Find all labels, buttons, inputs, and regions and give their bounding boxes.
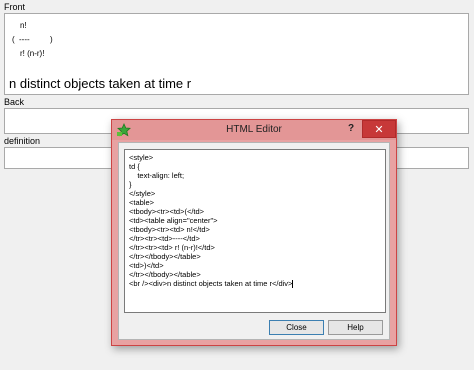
code-line: <td>)</td> — [129, 261, 164, 270]
text-caret — [292, 280, 294, 289]
help-button[interactable]: Help — [328, 320, 383, 335]
code-line: <tbody><tr><td>(</td> — [129, 207, 205, 216]
code-line: <br /><div>n distinct objects taken at t… — [129, 279, 293, 288]
front-field-label: Front — [4, 2, 26, 12]
code-line: </style> — [129, 189, 156, 198]
code-line: </tr></tbody></table> — [129, 270, 201, 279]
paren-open-text: ( — [12, 35, 15, 44]
context-help-button[interactable]: ? — [348, 123, 354, 134]
numerator-text: n! — [20, 21, 27, 30]
code-line: td { — [129, 162, 140, 171]
code-line: </tr></tbody></table> — [129, 252, 201, 261]
paren-close-text: ) — [50, 35, 53, 44]
code-line: <tbody><tr><td> n!</td> — [129, 225, 210, 234]
dialog-titlebar[interactable]: HTML Editor ? ✕ — [112, 120, 396, 140]
front-caption-text: n distinct objects taken at time r — [9, 76, 192, 91]
code-line: <table> — [129, 198, 155, 207]
fraction-bar-text: ---- — [19, 35, 30, 44]
dialog-body: <style> td { text-align: left;} </style> <t… — [118, 142, 390, 340]
front-field-editor[interactable]: n! ( ---- ) r! (n-r)! n distinct objects… — [4, 13, 469, 95]
html-editor-dialog: HTML Editor ? ✕ <style> td { text-align: … — [111, 119, 397, 346]
code-line: <style> — [129, 153, 154, 162]
code-line: } — [129, 180, 132, 189]
code-line: </tr><tr><td> r! (n-r)!</td> — [129, 243, 215, 252]
html-code-textarea[interactable]: <style> td { text-align: left;} </style> <t… — [124, 149, 386, 313]
denominator-text: r! (n-r)! — [20, 49, 45, 58]
definition-field-label: definition — [4, 136, 41, 146]
back-field-label: Back — [4, 97, 25, 107]
code-line: <td><table align="center"> — [129, 216, 218, 225]
close-button[interactable]: Close — [269, 320, 324, 335]
code-line: </tr><tr><td>----</td> — [129, 234, 200, 243]
window-close-button[interactable]: ✕ — [362, 120, 396, 138]
code-line: text-align: left; — [129, 171, 185, 180]
